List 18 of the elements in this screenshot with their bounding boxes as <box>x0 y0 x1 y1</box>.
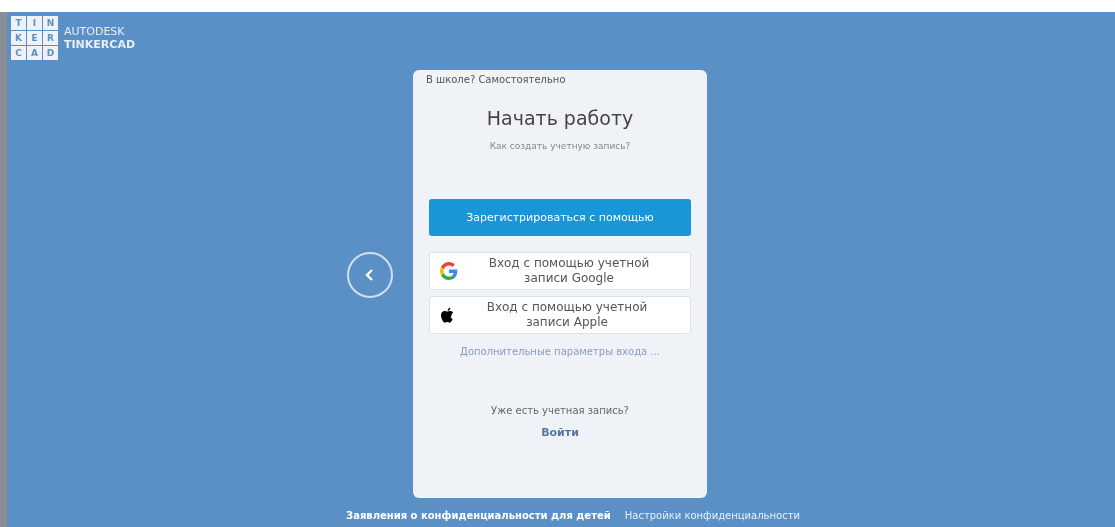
have-account-text: Уже есть учетная запись? <box>491 405 629 416</box>
sign-in-link[interactable]: Войти <box>541 426 579 439</box>
apple-icon <box>440 307 454 323</box>
brand-name: AUTODESK <box>64 25 126 38</box>
provider-button[interactable]: Вход с помощью учетной записи Google <box>429 252 691 290</box>
back-button[interactable] <box>347 252 393 298</box>
chevron-left-icon <box>365 269 375 281</box>
footer-link[interactable]: Заявления о конфиденциальности для детей <box>346 510 611 521</box>
top-link[interactable]: В школе? Самостоятельно <box>426 74 566 85</box>
provider-button[interactable]: Вход с помощью учетной записи Apple <box>429 296 691 334</box>
product-name: TINKERCAD <box>64 38 136 51</box>
footer-link[interactable]: Настройки конфиденциальности <box>624 510 800 521</box>
google-icon <box>440 262 458 280</box>
more-options-link[interactable]: Дополнительные параметры входа ... <box>460 346 660 357</box>
card-title: Начать работу <box>486 107 634 129</box>
signup-button[interactable]: Зарегистрироваться с помощью <box>429 199 691 236</box>
logo-grid: T I N K E R C A D <box>11 16 58 60</box>
card-subtitle: Как создать учетную запись? <box>489 141 631 151</box>
